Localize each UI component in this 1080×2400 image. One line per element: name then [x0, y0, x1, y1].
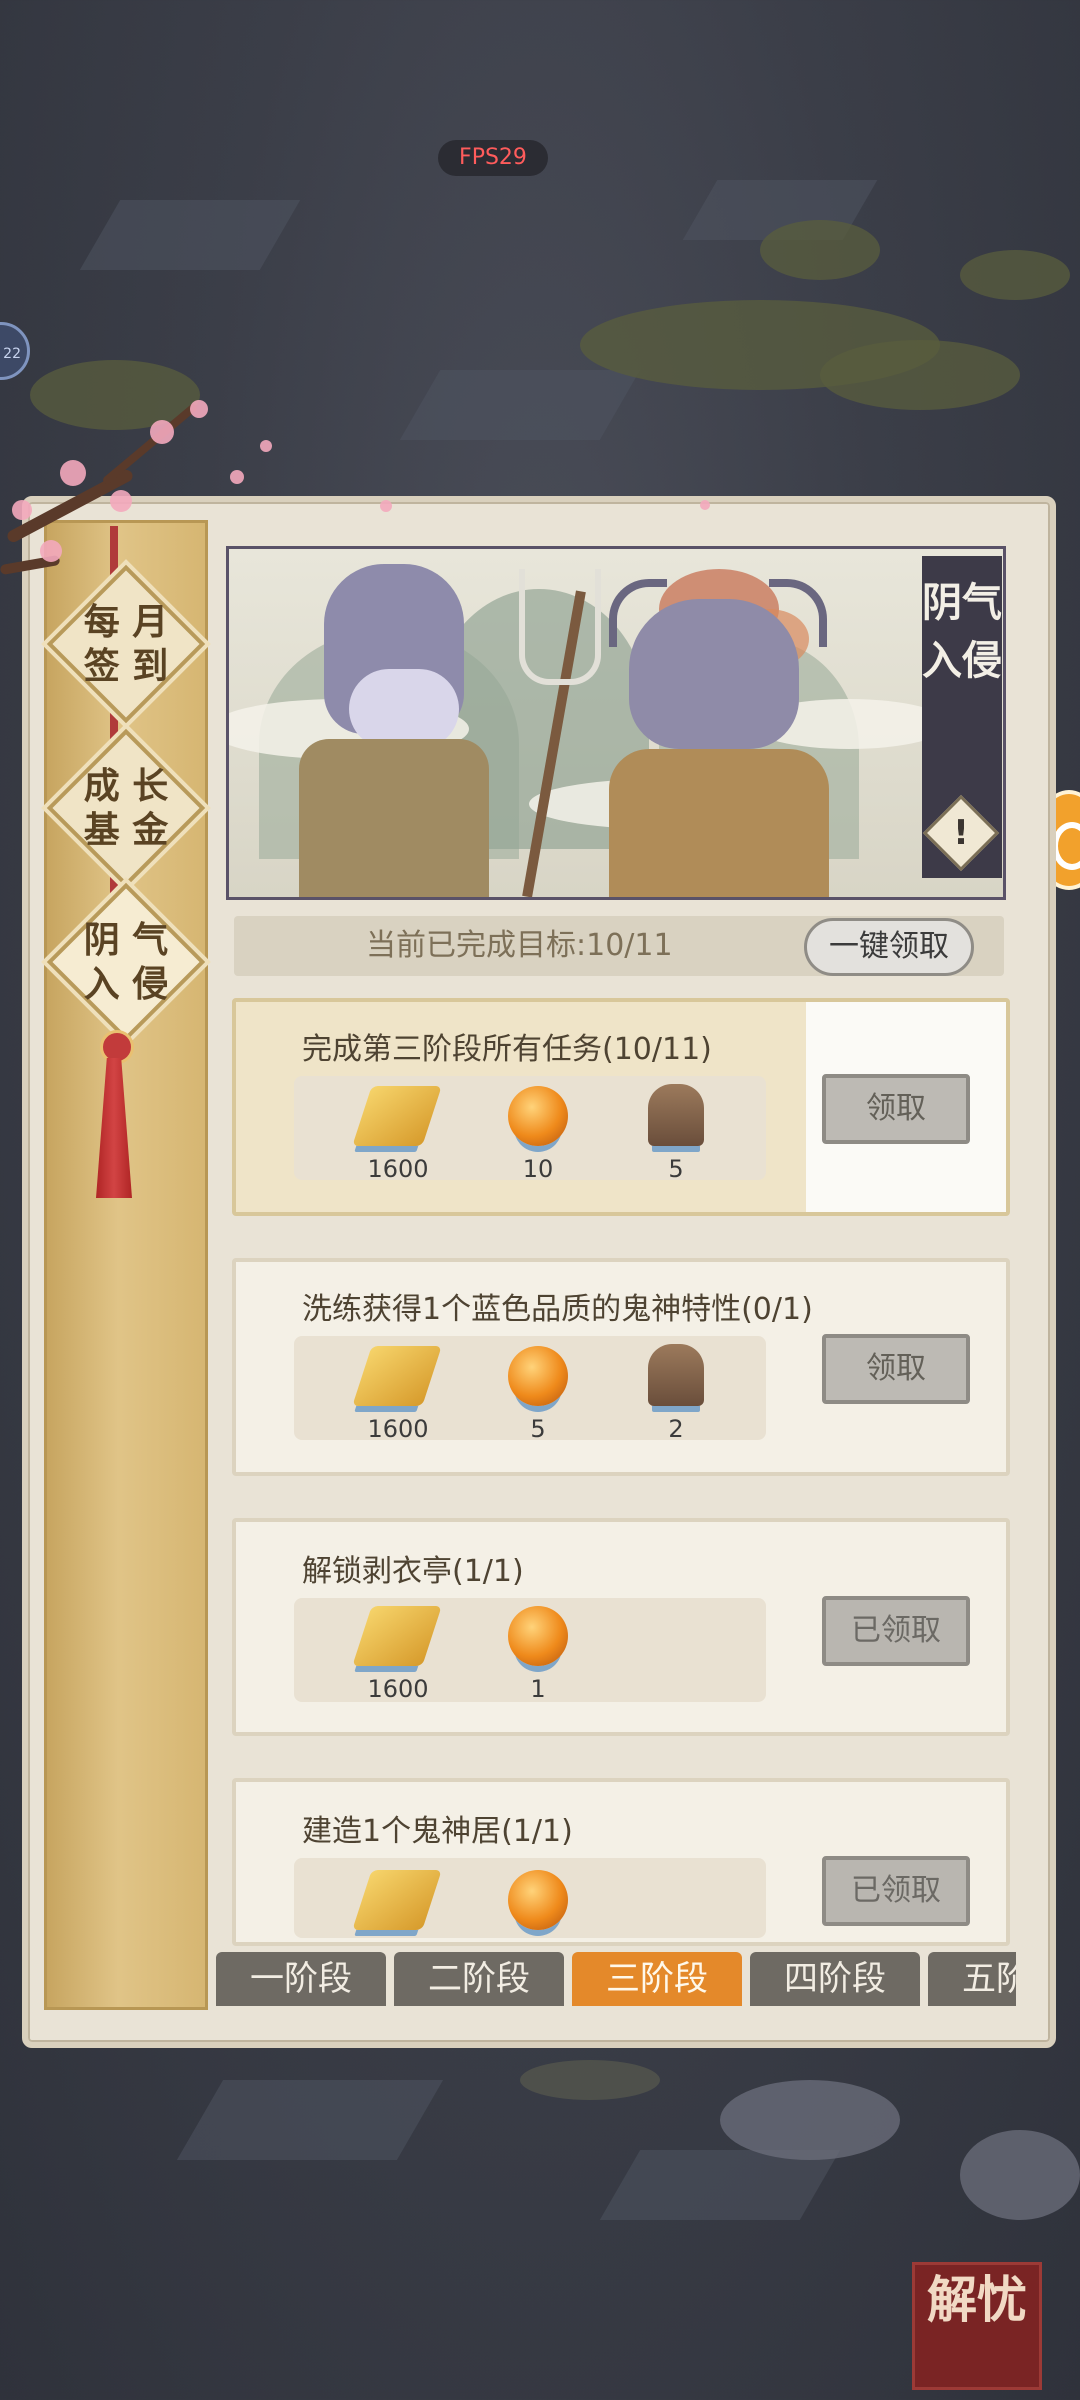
jieyou-seal-button[interactable]: 解忧 — [912, 2262, 1042, 2390]
reward-quantity: 5 — [668, 1155, 684, 1183]
tab-stage-5[interactable]: 五阶段 — [928, 1952, 1016, 2006]
spirit-orb-reward-icon[interactable] — [508, 1870, 568, 1930]
reward-quantity: 2 — [668, 1415, 684, 1443]
bell-reward-icon[interactable] — [648, 1344, 704, 1406]
spirit-orb-reward-icon[interactable] — [508, 1346, 568, 1406]
reward-quantity: 1600 — [367, 1415, 429, 1443]
claim-button[interactable]: 领取 — [822, 1334, 970, 1404]
task-title: 建造1个鬼神居(1/1) — [302, 1814, 573, 1849]
tab-stage-4[interactable]: 四阶段 — [750, 1952, 920, 2006]
reward-quantity: 1 — [530, 1675, 546, 1703]
spirit-orb-reward-icon[interactable] — [508, 1606, 568, 1666]
exclamation-icon: ! — [953, 813, 969, 853]
progress-text: 当前已完成目标:10/11 — [366, 928, 673, 963]
spirit-orb-reward-icon[interactable] — [508, 1086, 568, 1146]
tab-stage-2[interactable]: 二阶段 — [394, 1952, 564, 2006]
task-title: 完成第三阶段所有任务(10/11) — [302, 1032, 712, 1067]
reward-quantity: 1600 — [367, 1155, 429, 1183]
claimed-button[interactable]: 已领取 — [822, 1856, 970, 1926]
sidebar-item-label: 成 长基 金 — [83, 765, 169, 851]
claimed-button[interactable]: 已领取 — [822, 1596, 970, 1666]
fps-counter: FPS29 — [438, 140, 548, 176]
tab-stage-3[interactable]: 三阶段 — [572, 1952, 742, 2006]
task-title: 洗练获得1个蓝色品质的鬼神特性(0/1) — [302, 1292, 813, 1327]
reward-quantity: 1600 — [367, 1675, 429, 1703]
claim-all-button[interactable]: 一键领取 — [804, 918, 974, 976]
reward-quantity: 5 — [530, 1415, 546, 1443]
claim-button[interactable]: 领取 — [822, 1074, 970, 1144]
sidebar-item-label: 每 月签 到 — [83, 601, 169, 687]
task-title: 解锁剥衣亭(1/1) — [302, 1554, 524, 1589]
sidebar-item-label: 阴 气入 侵 — [83, 919, 169, 1005]
event-banner — [226, 546, 1006, 900]
bell-reward-icon[interactable] — [648, 1084, 704, 1146]
reward-quantity: 10 — [522, 1155, 554, 1183]
stage-tab-bar: 一阶段 二阶段 三阶段 四阶段 五阶段 — [216, 1952, 1016, 2006]
tab-stage-1[interactable]: 一阶段 — [216, 1952, 386, 2006]
